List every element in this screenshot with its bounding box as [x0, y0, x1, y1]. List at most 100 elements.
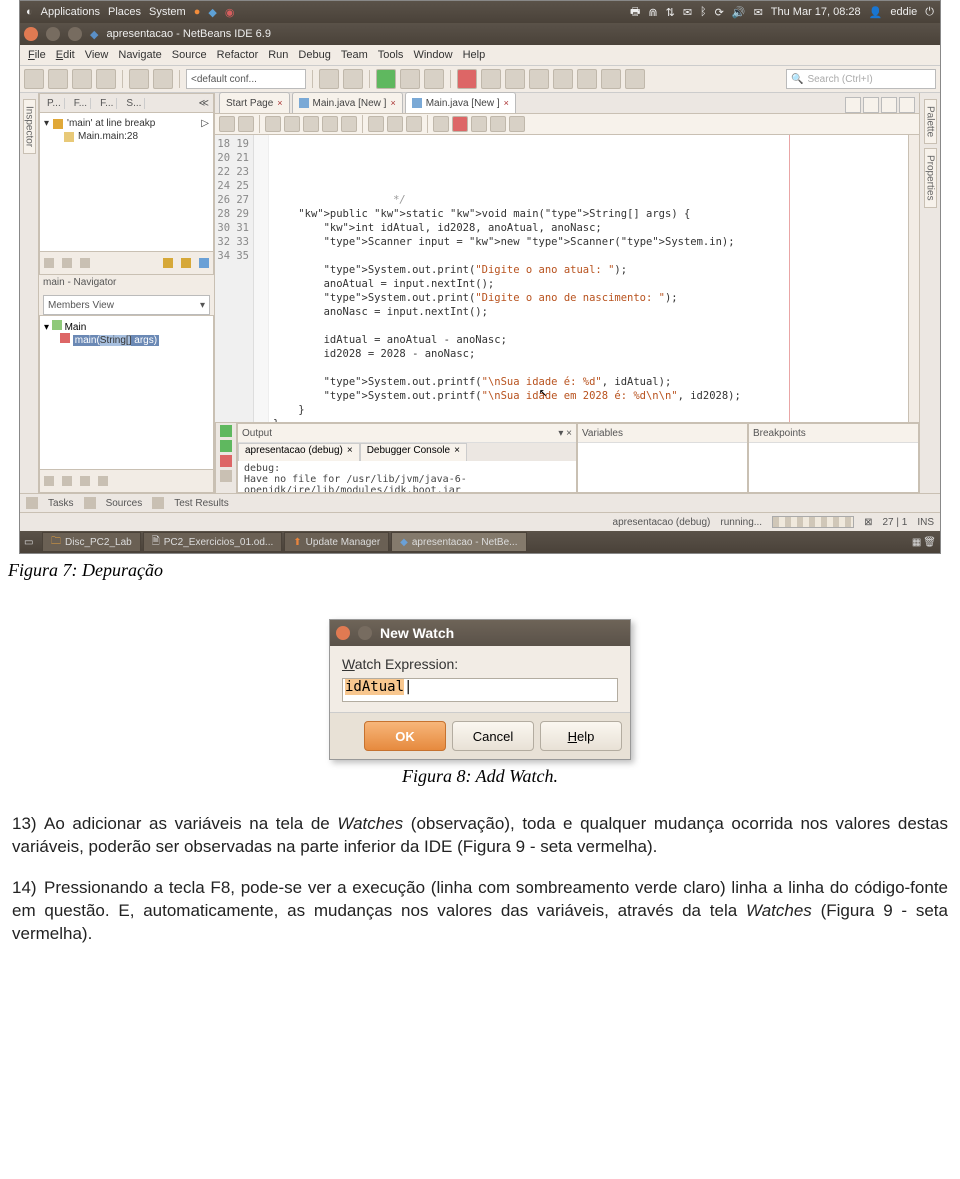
tab-main-java-1[interactable]: Main.java [New ]× [292, 92, 403, 113]
tab-sources[interactable]: Sources [106, 498, 143, 509]
task-netbeans[interactable]: ◆apresentacao - NetBe... [391, 532, 526, 552]
stop-icon[interactable] [457, 69, 477, 89]
navigator-tree[interactable]: ▾ Main main(String[] args) [39, 315, 214, 470]
close-icon[interactable]: × [347, 445, 353, 460]
task-doc[interactable]: 🗎PC2_Exercicios_01.od... [143, 532, 283, 552]
nav-ico3[interactable] [80, 476, 90, 486]
close-tab-icon[interactable]: × [277, 98, 282, 108]
lock-icon-2[interactable] [181, 258, 191, 268]
menu-tools[interactable]: Tools [378, 49, 404, 61]
config-combo[interactable]: <default conf... [186, 69, 306, 89]
watch-expression-input[interactable]: idAtual| [342, 678, 618, 702]
close-tab-icon[interactable]: × [390, 98, 395, 108]
menu-refactor[interactable]: Refactor [217, 49, 259, 61]
palette-tab[interactable]: Palette [924, 99, 937, 144]
volume-icon[interactable]: 🔊 [732, 6, 746, 19]
mail-icon[interactable]: ✉ [754, 6, 763, 19]
breakpoints-body[interactable] [749, 443, 918, 492]
profile-icon[interactable] [424, 69, 444, 89]
menu-help[interactable]: Help [463, 49, 486, 61]
ico2[interactable] [62, 258, 72, 268]
task-update[interactable]: ⬆Update Manager [284, 532, 389, 552]
properties-tab[interactable]: Properties [924, 148, 937, 208]
quick-search-input[interactable]: 🔍 Search (Ctrl+I) [786, 69, 936, 89]
e-ico[interactable] [265, 116, 281, 132]
maximize-editor-icon[interactable] [899, 97, 915, 113]
out-ico[interactable] [220, 470, 232, 482]
show-desktop-icon[interactable]: ▭ [24, 537, 40, 548]
close-icon[interactable]: × [454, 445, 460, 460]
tab-files[interactable]: F... [71, 98, 91, 109]
e-ico[interactable] [406, 116, 422, 132]
output-tab-debug[interactable]: apresentacao (debug) × [238, 443, 360, 461]
apply-changes-icon[interactable] [625, 69, 645, 89]
prev-tab-icon[interactable] [845, 97, 861, 113]
rerun-icon[interactable] [220, 425, 232, 437]
variables-body[interactable] [578, 443, 747, 492]
blue-icon[interactable] [199, 258, 209, 268]
printer-icon[interactable]: 🖶 [630, 3, 640, 22]
tab-test-results[interactable]: Test Results [174, 498, 228, 509]
e-ico[interactable] [284, 116, 300, 132]
firefox-icon[interactable]: ● [194, 6, 201, 18]
menu-navigate[interactable]: Navigate [118, 49, 161, 61]
undo-icon[interactable] [129, 69, 149, 89]
menu-window[interactable]: Window [413, 49, 452, 61]
source-view-icon[interactable] [219, 116, 235, 132]
menu-places[interactable]: Places [108, 6, 141, 18]
task-disc[interactable]: 🗀Disc_PC2_Lab [42, 532, 141, 552]
workspace-switcher-icon[interactable]: ▦ [912, 537, 921, 548]
e-ico[interactable] [341, 116, 357, 132]
build-icon[interactable] [319, 69, 339, 89]
menu-applications[interactable]: Applications [41, 6, 100, 18]
tab-projects[interactable]: P... [44, 98, 65, 109]
next-tab-icon[interactable] [863, 97, 879, 113]
clean-build-icon[interactable] [343, 69, 363, 89]
lock-icon[interactable] [163, 258, 173, 268]
code-editor[interactable]: 18 19 20 21 22 23 24 25 26 27 28 29 30 3… [215, 135, 919, 422]
nav-ico4[interactable] [98, 476, 108, 486]
e-ico[interactable] [509, 116, 525, 132]
close-tab-icon[interactable]: × [504, 98, 509, 108]
app-icon-2[interactable]: ◉ [225, 6, 235, 19]
menu-run[interactable]: Run [268, 49, 288, 61]
user-name[interactable]: eddie [890, 6, 917, 18]
menu-view[interactable]: View [85, 49, 109, 61]
power-icon[interactable]: ⏻ [925, 6, 934, 19]
new-file-icon[interactable] [24, 69, 44, 89]
new-project-icon[interactable] [48, 69, 68, 89]
e-ico[interactable] [471, 116, 487, 132]
menu-system[interactable]: System [149, 6, 186, 18]
navigator-selected-item[interactable]: main(String[] args) [73, 335, 159, 346]
continue-icon[interactable] [505, 69, 525, 89]
cancel-button[interactable]: Cancel [452, 721, 534, 751]
menu-file[interactable]: File [28, 49, 46, 61]
network-icon[interactable]: ⇅ [666, 6, 675, 19]
output-body[interactable]: debug: Have no file for /usr/lib/jvm/jav… [238, 461, 576, 492]
e-ico[interactable] [452, 116, 468, 132]
rerun-failed-icon[interactable] [220, 440, 232, 452]
tab-main-java-2[interactable]: Main.java [New ]× [405, 92, 516, 113]
trash-icon[interactable]: 🗑 [923, 537, 936, 548]
debug-icon[interactable] [400, 69, 420, 89]
step-out-icon[interactable] [577, 69, 597, 89]
menu-debug[interactable]: Debug [298, 49, 330, 61]
sync-icon[interactable]: ⟳ [715, 6, 724, 19]
nav-ico1[interactable] [44, 476, 54, 486]
code-content[interactable]: ↖ */ "kw">public "kw">static "kw">void m… [269, 135, 908, 422]
step-over-icon[interactable] [529, 69, 549, 89]
redo-icon[interactable] [153, 69, 173, 89]
tab-services[interactable]: S... [123, 98, 145, 109]
bluetooth-icon[interactable]: ᛒ [700, 6, 707, 18]
save-all-icon[interactable] [96, 69, 116, 89]
menu-source[interactable]: Source [172, 49, 207, 61]
maximize-window-icon[interactable] [68, 27, 82, 41]
tab-tasks[interactable]: Tasks [48, 498, 74, 509]
projects-tree[interactable]: ▾ 'main' at line breakp ▷ Main.main:28 [39, 113, 214, 252]
ico3[interactable] [80, 258, 90, 268]
dropdown-tabs-icon[interactable] [881, 97, 897, 113]
e-ico[interactable] [387, 116, 403, 132]
pause-icon[interactable] [481, 69, 501, 89]
e-ico[interactable] [303, 116, 319, 132]
user-icon[interactable]: 👤 [869, 6, 883, 19]
